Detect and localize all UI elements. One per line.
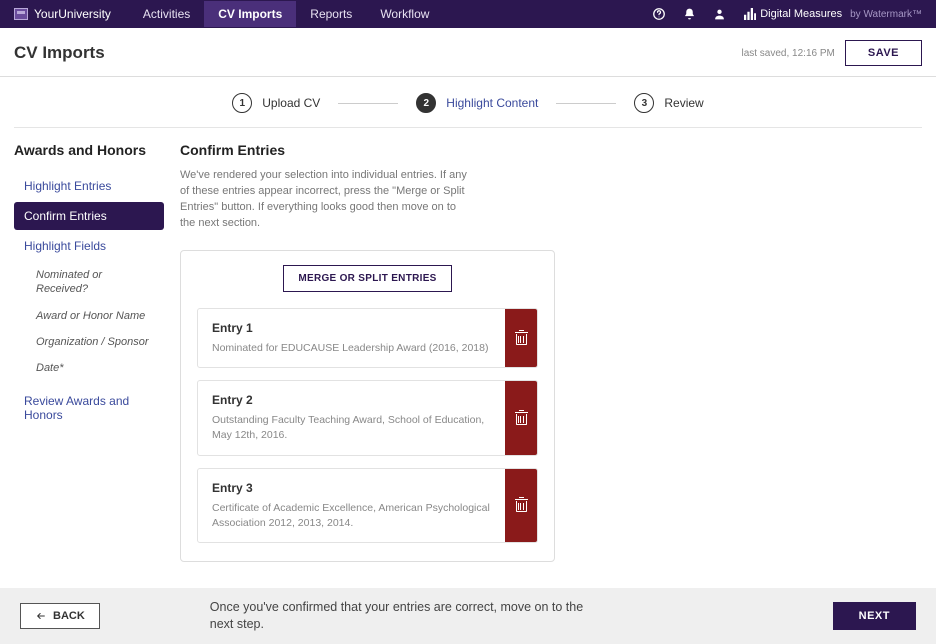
brand-label: YourUniversity: [34, 7, 111, 21]
step-review[interactable]: 3 Review: [634, 93, 703, 113]
dm-icon: [744, 8, 756, 20]
brand-icon: [14, 8, 28, 20]
footer-hint: Once you've confirmed that your entries …: [210, 599, 590, 634]
sidebar-sub-nominated[interactable]: Nominated or Received?: [14, 262, 164, 303]
back-label: BACK: [53, 610, 85, 622]
nav-activities[interactable]: Activities: [129, 1, 204, 27]
delete-entry-button[interactable]: [505, 309, 537, 368]
sidebar: Awards and Honors Highlight Entries Conf…: [14, 142, 164, 574]
entry-row: Entry 1 Nominated for EDUCAUSE Leadershi…: [197, 308, 538, 369]
digital-measures-brand[interactable]: Digital Measures by Watermark™: [744, 8, 922, 20]
top-nav: YourUniversity Activities CV Imports Rep…: [0, 0, 936, 28]
trash-icon: [516, 499, 527, 512]
sidebar-sub-date[interactable]: Date*: [14, 355, 164, 381]
trash-icon: [516, 412, 527, 425]
entry-title: Entry 2: [212, 393, 491, 407]
step-divider: [338, 103, 398, 104]
sidebar-item-review[interactable]: Review Awards and Honors: [14, 387, 164, 429]
dm-label: Digital Measures: [760, 8, 842, 20]
entry-desc: Nominated for EDUCAUSE Leadership Award …: [212, 341, 491, 356]
save-button[interactable]: SAVE: [845, 40, 922, 66]
step-highlight-content[interactable]: 2 Highlight Content: [416, 93, 538, 113]
bell-icon[interactable]: [682, 7, 696, 21]
entry-title: Entry 3: [212, 481, 491, 495]
entry-row: Entry 3 Certificate of Academic Excellen…: [197, 468, 538, 543]
entry-title: Entry 1: [212, 321, 491, 335]
step-3-circle: 3: [634, 93, 654, 113]
dm-by: by Watermark™: [850, 9, 922, 20]
entry-body: Entry 2 Outstanding Faculty Teaching Awa…: [198, 381, 505, 454]
nav-utility-icons: [652, 7, 726, 21]
step-2-label: Highlight Content: [446, 96, 538, 110]
nav-cv-imports[interactable]: CV Imports: [204, 1, 296, 27]
main-intro: We've rendered your selection into indiv…: [180, 168, 470, 232]
step-3-label: Review: [664, 96, 703, 110]
step-2-circle: 2: [416, 93, 436, 113]
step-upload-cv[interactable]: 1 Upload CV: [232, 93, 320, 113]
sidebar-item-highlight-entries[interactable]: Highlight Entries: [14, 172, 164, 200]
help-icon[interactable]: [652, 7, 666, 21]
sidebar-sub-award-name[interactable]: Award or Honor Name: [14, 303, 164, 329]
entry-desc: Outstanding Faculty Teaching Award, Scho…: [212, 413, 491, 442]
entry-body: Entry 3 Certificate of Academic Excellen…: [198, 469, 505, 542]
main-content: Confirm Entries We've rendered your sele…: [164, 142, 922, 574]
sidebar-heading: Awards and Honors: [14, 142, 164, 158]
delete-entry-button[interactable]: [505, 381, 537, 454]
next-button[interactable]: NEXT: [833, 602, 916, 630]
entry-row: Entry 2 Outstanding Faculty Teaching Awa…: [197, 380, 538, 455]
user-icon[interactable]: [712, 7, 726, 21]
delete-entry-button[interactable]: [505, 469, 537, 542]
sidebar-item-highlight-fields[interactable]: Highlight Fields: [14, 232, 164, 260]
body: Awards and Honors Highlight Entries Conf…: [0, 128, 936, 574]
step-divider: [556, 103, 616, 104]
merge-or-split-button[interactable]: MERGE OR SPLIT ENTRIES: [283, 265, 451, 292]
nav-reports[interactable]: Reports: [296, 1, 366, 27]
footer: BACK Once you've confirmed that your ent…: [0, 588, 936, 644]
page-title: CV Imports: [14, 43, 105, 63]
nav-items: Activities CV Imports Reports Workflow: [129, 1, 444, 27]
sidebar-sub-organization[interactable]: Organization / Sponsor: [14, 329, 164, 355]
trash-icon: [516, 332, 527, 345]
last-saved: last saved, 12:16 PM: [741, 48, 834, 59]
step-1-label: Upload CV: [262, 96, 320, 110]
step-1-circle: 1: [232, 93, 252, 113]
stepper: 1 Upload CV 2 Highlight Content 3 Review: [14, 77, 922, 128]
title-bar: CV Imports last saved, 12:16 PM SAVE: [0, 28, 936, 77]
back-button[interactable]: BACK: [20, 603, 100, 629]
entry-body: Entry 1 Nominated for EDUCAUSE Leadershi…: [198, 309, 505, 368]
entry-desc: Certificate of Academic Excellence, Amer…: [212, 501, 491, 530]
main-heading: Confirm Entries: [180, 142, 922, 158]
arrow-left-icon: [35, 611, 47, 621]
sidebar-item-confirm-entries[interactable]: Confirm Entries: [14, 202, 164, 230]
nav-workflow[interactable]: Workflow: [366, 1, 443, 27]
entries-panel: MERGE OR SPLIT ENTRIES Entry 1 Nominated…: [180, 250, 555, 562]
brand[interactable]: YourUniversity: [14, 7, 111, 21]
